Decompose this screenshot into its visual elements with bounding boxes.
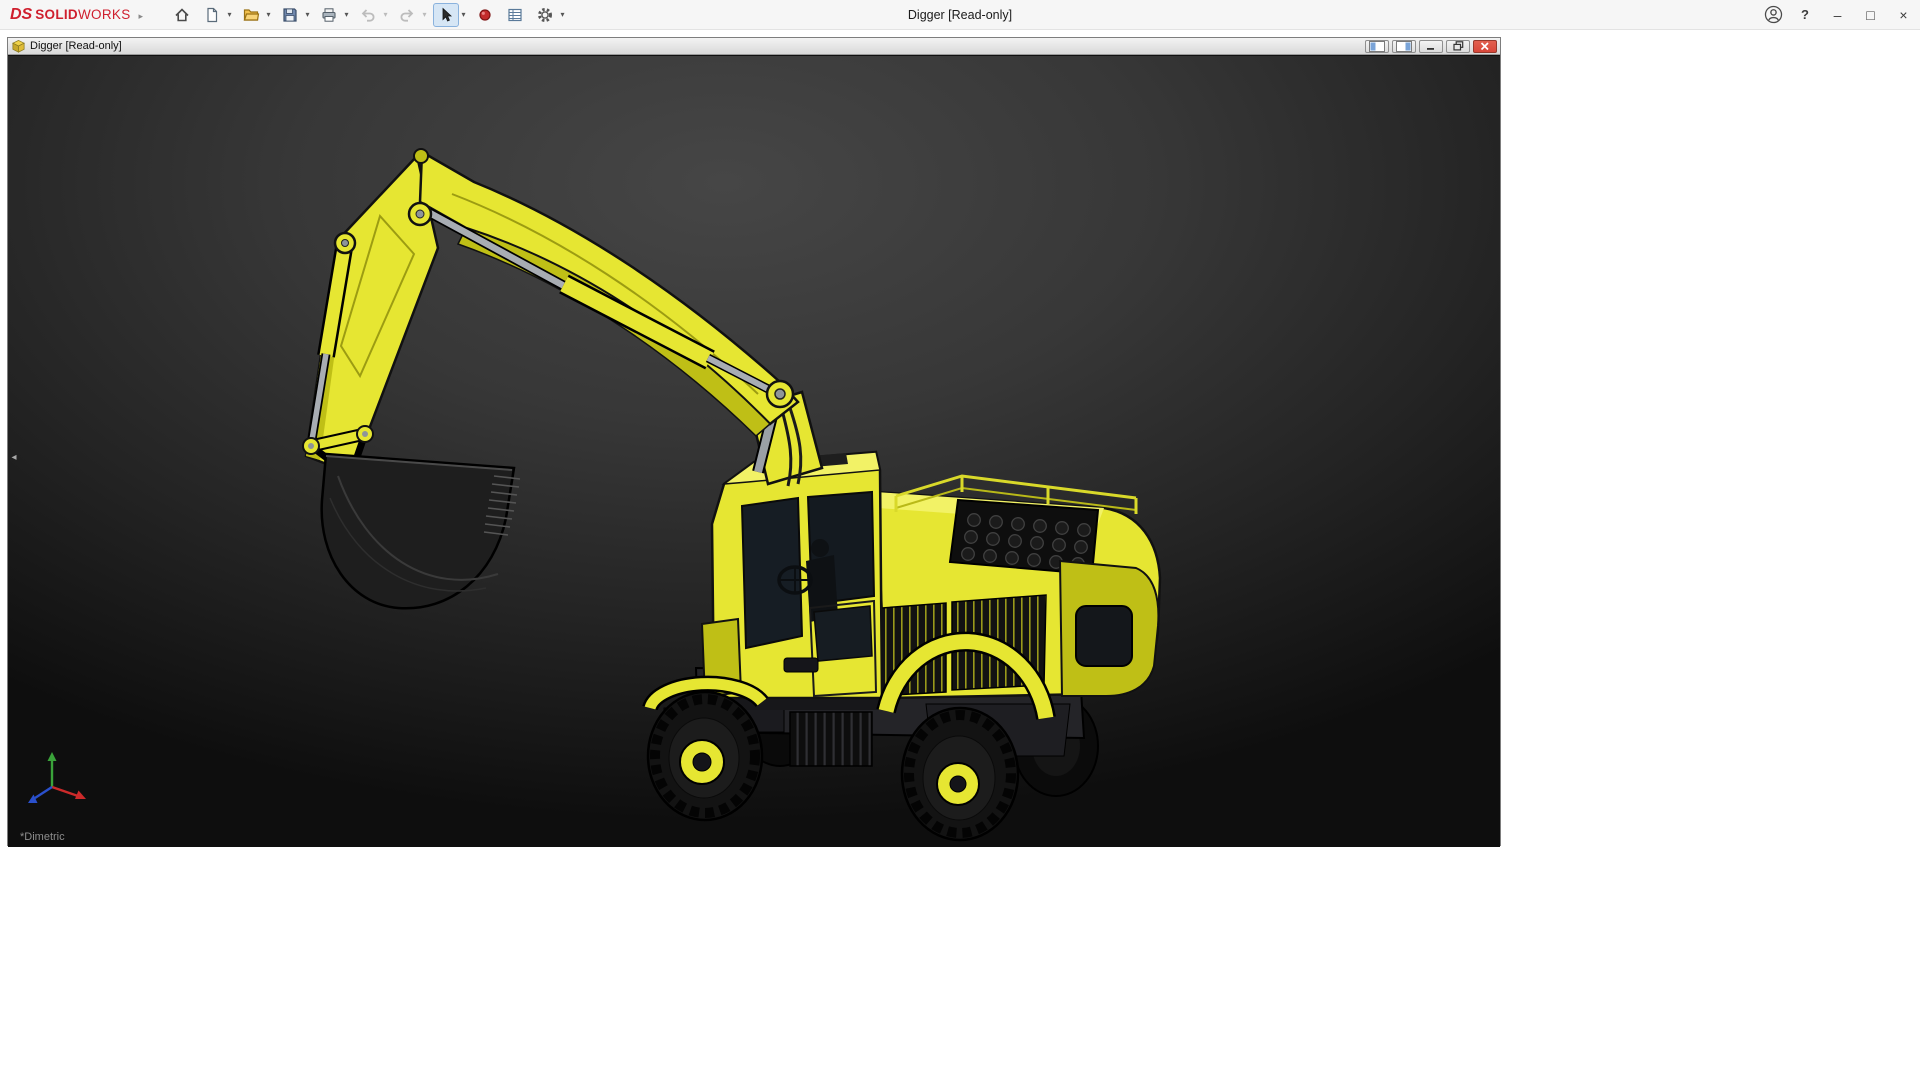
brand-expand-icon[interactable]: ▸ — [139, 11, 144, 22]
document-window-controls — [1365, 40, 1497, 53]
undo-button[interactable] — [355, 3, 381, 27]
restore-icon — [1453, 41, 1464, 51]
collapse-pane-arrow[interactable]: ◂ — [8, 446, 20, 468]
select-tool-button[interactable] — [433, 3, 459, 27]
undo-icon — [359, 6, 377, 24]
close-icon — [1480, 42, 1490, 51]
doc-minimize-button[interactable] — [1419, 40, 1443, 53]
select-arrow-icon — [437, 6, 455, 24]
graphics-viewport[interactable]: *Dimetric ◂ — [8, 56, 1500, 847]
print-icon — [320, 6, 338, 24]
orientation-triad — [20, 745, 98, 823]
main-toolbar: ▾ ▾ ▾ — [169, 0, 571, 30]
help-icon: ? — [1801, 7, 1809, 22]
appearance-button[interactable] — [472, 3, 498, 27]
app-close-button[interactable]: × — [1887, 0, 1920, 30]
gear-icon — [536, 6, 554, 24]
pane-toggle-left-button[interactable] — [1365, 40, 1389, 53]
document-title: Digger [Read-only] — [30, 40, 122, 52]
doc-close-button[interactable] — [1473, 40, 1497, 53]
red-sphere-icon — [476, 6, 494, 24]
front-wheel[interactable] — [648, 692, 762, 820]
pane-toggle-right-button[interactable] — [1392, 40, 1416, 53]
help-button[interactable]: ? — [1789, 0, 1821, 30]
redo-icon — [398, 6, 416, 24]
new-document-icon — [203, 6, 221, 24]
open-button[interactable] — [238, 3, 264, 27]
solidworks-logo: DS SOLIDWORKS ▸ — [10, 6, 143, 24]
app-titlebar: DS SOLIDWORKS ▸ ▾ — [0, 0, 1920, 30]
app-minimize-button[interactable]: – — [1821, 0, 1854, 30]
properties-button[interactable] — [502, 3, 528, 27]
minimize-icon — [1426, 42, 1436, 51]
main-boom[interactable] — [420, 152, 798, 436]
select-tool-dropdown[interactable]: ▾ — [459, 3, 468, 27]
brand-solid-text: SOLID — [35, 7, 78, 22]
save-icon — [281, 6, 299, 24]
doc-restore-button[interactable] — [1446, 40, 1470, 53]
new-document-dropdown[interactable]: ▾ — [225, 3, 234, 27]
boom-cylinder[interactable] — [428, 212, 774, 392]
app-title: Digger [Read-only] — [908, 0, 1012, 30]
dassault-logo-icon: DS — [10, 6, 32, 24]
home-icon — [173, 6, 191, 24]
excavator-model[interactable] — [8, 56, 1500, 847]
titlebar-right-controls: ? – □ × — [1757, 0, 1920, 30]
pane-left-icon — [1369, 41, 1385, 52]
save-button[interactable] — [277, 3, 303, 27]
account-button[interactable] — [1757, 0, 1789, 30]
save-dropdown[interactable]: ▾ — [303, 3, 312, 27]
rear-wheel[interactable] — [902, 708, 1018, 840]
open-dropdown[interactable]: ▾ — [264, 3, 273, 27]
document-window: Digger [Read-only] — [7, 37, 1501, 846]
options-button[interactable] — [532, 3, 558, 27]
app-maximize-button[interactable]: □ — [1854, 0, 1887, 30]
open-folder-icon — [242, 6, 260, 24]
redo-dropdown[interactable]: ▾ — [420, 3, 429, 27]
document-titlebar[interactable]: Digger [Read-only] — [8, 38, 1500, 55]
brand-works-text: WORKS — [78, 7, 131, 22]
options-dropdown[interactable]: ▾ — [558, 3, 567, 27]
bucket[interactable] — [322, 454, 520, 608]
redo-button[interactable] — [394, 3, 420, 27]
view-orientation-label: *Dimetric — [20, 831, 65, 843]
part-document-icon — [11, 39, 26, 54]
home-button[interactable] — [169, 3, 195, 27]
pane-right-icon — [1396, 41, 1412, 52]
new-document-button[interactable] — [199, 3, 225, 27]
account-icon — [1764, 5, 1783, 24]
properties-table-icon — [506, 6, 524, 24]
print-button[interactable] — [316, 3, 342, 27]
print-dropdown[interactable]: ▾ — [342, 3, 351, 27]
undo-dropdown[interactable]: ▾ — [381, 3, 390, 27]
